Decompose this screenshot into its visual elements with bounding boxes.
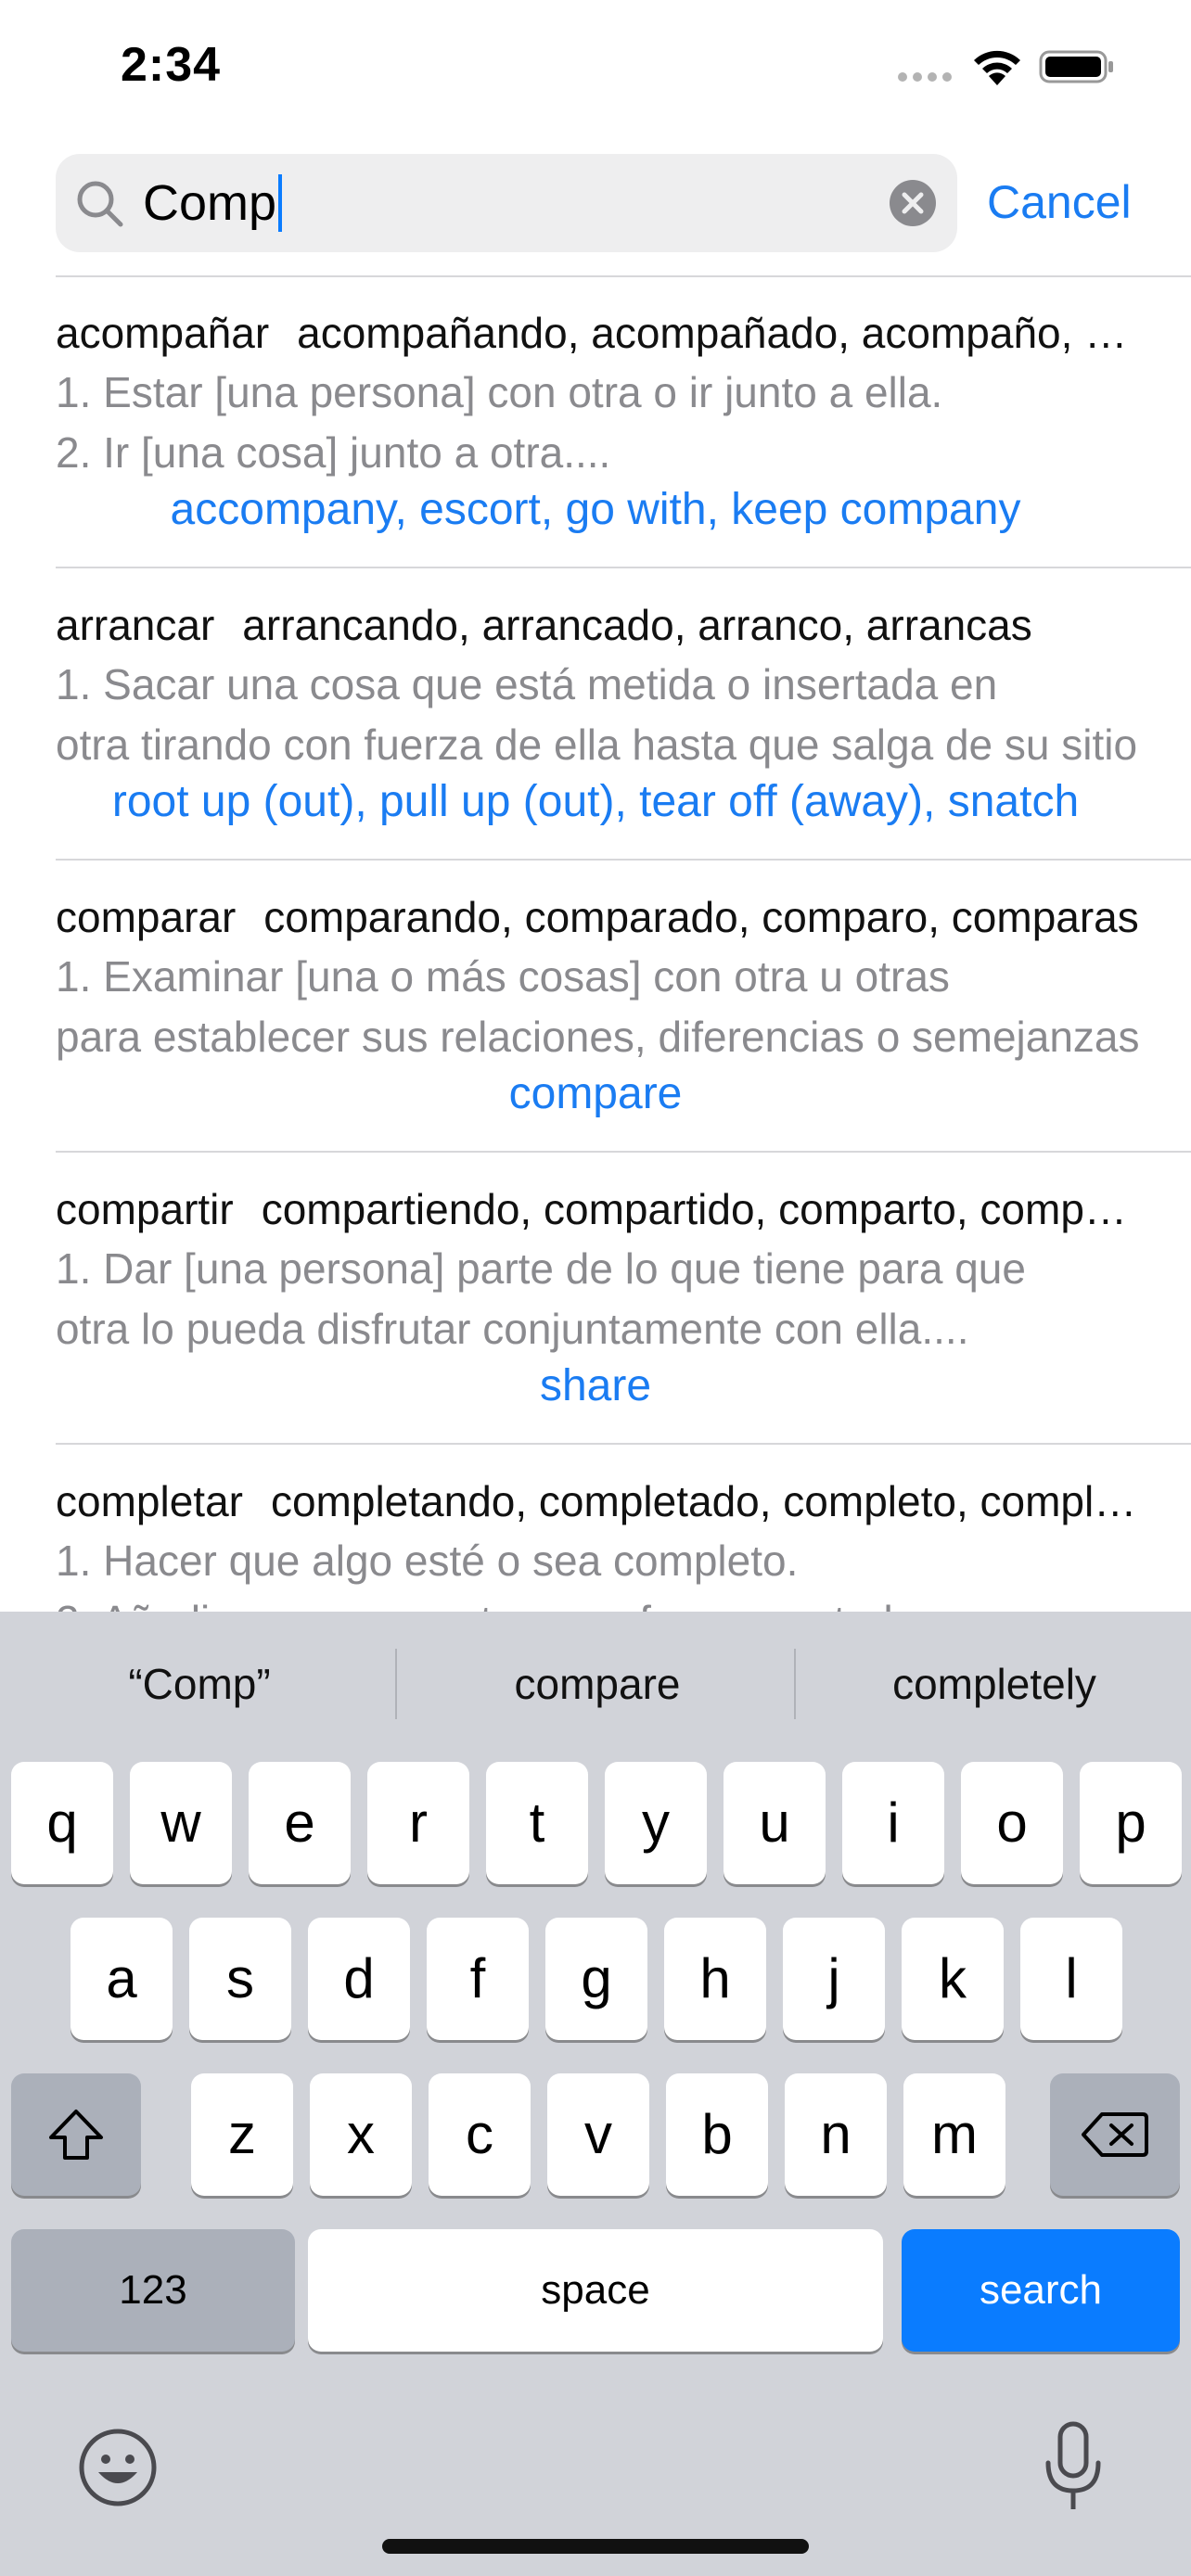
result-translation: accompany, escort, go with, keep company	[170, 485, 1021, 534]
key-d[interactable]: d	[308, 1918, 410, 2040]
result-definition: otra lo pueda disfrutar conjuntamente co…	[56, 1305, 969, 1353]
result-translation: root up (out), pull up (out), tear off (…	[111, 777, 1080, 826]
suggestion-literal[interactable]: “Comp”	[19, 1649, 380, 1719]
status-time: 2:34	[121, 38, 222, 92]
result-word: acompañar	[56, 309, 270, 357]
keyboard: “Comp” compare completely q w e r t y u …	[0, 1612, 1191, 2576]
result-definition: 1. Estar [una persona] con otra o ir jun…	[56, 368, 943, 416]
key-v[interactable]: v	[547, 2073, 649, 2196]
key-y[interactable]: y	[605, 1762, 707, 1884]
result-word: comparar	[56, 893, 237, 941]
result-forms: completando, completado, completo, compl…	[270, 1477, 1150, 1525]
cancel-button[interactable]: Cancel	[987, 167, 1132, 237]
result-item[interactable]: completar completando, completado, comple…	[56, 1445, 1191, 1612]
result-item[interactable]: arrancar arrancando, arrancado, arranco, …	[56, 568, 1191, 861]
result-item[interactable]: acompañar acompañando, acompañado, acompa…	[56, 276, 1191, 568]
result-item[interactable]: compartir compartiendo, compartido, compa…	[56, 1153, 1191, 1445]
result-translation: share	[539, 1361, 652, 1410]
result-headword: comparar comparando, comparado, comparo, …	[56, 892, 1150, 942]
key-z[interactable]: z	[191, 2073, 293, 2196]
search-input[interactable]: Comp	[143, 154, 903, 252]
screen: 2:34 Comp Cancel acompañar acompañando, …	[0, 0, 1191, 2576]
key-b[interactable]: b	[666, 2073, 768, 2196]
result-definition: para establecer sus relaciones, diferenc…	[56, 1013, 1140, 1061]
search-field[interactable]: Comp	[56, 154, 957, 252]
result-headword: completar completando, completado, comple…	[56, 1476, 1150, 1526]
shift-key[interactable]	[11, 2073, 141, 2196]
suggestion-compare[interactable]: compare	[412, 1649, 783, 1719]
key-t[interactable]: t	[486, 1762, 588, 1884]
results-list[interactable]: acompañar acompañando, acompañado, acompa…	[0, 276, 1191, 1612]
key-e[interactable]: e	[249, 1762, 351, 1884]
result-definition: 2. Ir [una cosa] junto a otra....	[56, 428, 611, 477]
text-caret	[278, 173, 283, 232]
backspace-icon	[1082, 2112, 1148, 2157]
numbers-key[interactable]: 123	[11, 2229, 295, 2352]
key-k[interactable]: k	[902, 1918, 1004, 2040]
microphone-icon[interactable]	[1043, 2420, 1104, 2513]
result-forms: arrancando, arrancado, arranco, arrancas	[242, 601, 1032, 649]
key-i[interactable]: i	[842, 1762, 944, 1884]
status-bar: 2:34	[0, 0, 1191, 139]
suggestion-completely[interactable]: completely	[809, 1649, 1180, 1719]
key-c[interactable]: c	[429, 2073, 531, 2196]
key-l[interactable]: l	[1020, 1918, 1122, 2040]
key-q[interactable]: q	[11, 1762, 113, 1884]
result-headword: compartir compartiendo, compartido, compa…	[56, 1184, 1150, 1234]
wifi-icon	[974, 50, 1020, 85]
clear-search-icon[interactable]	[889, 179, 937, 227]
key-u[interactable]: u	[724, 1762, 826, 1884]
result-definition: 1. Sacar una cosa que está metida o inse…	[56, 660, 998, 708]
result-word: completar	[56, 1477, 243, 1525]
key-p[interactable]: p	[1080, 1762, 1182, 1884]
result-headword: acompañar acompañando, acompañado, acompa…	[56, 308, 1150, 358]
search-icon	[77, 181, 123, 227]
result-definition: 1. Hacer que algo esté o sea completo.	[56, 1537, 799, 1585]
key-a[interactable]: a	[70, 1918, 173, 2040]
result-definition: 1. Examinar [una o más cosas] con otra u…	[56, 952, 950, 1001]
key-r[interactable]: r	[367, 1762, 469, 1884]
result-forms: comparando, comparado, comparo, comparas	[263, 893, 1139, 941]
key-j[interactable]: j	[783, 1918, 885, 2040]
suggestion-separator	[794, 1649, 796, 1719]
result-definition: 2. Añadir una cosa a otra para formar un…	[56, 1596, 1150, 1612]
suggestion-bar: “Comp” compare completely	[0, 1612, 1191, 1760]
key-m[interactable]: m	[903, 2073, 1005, 2196]
result-forms: compartiendo, compartido, comparto, comp…	[261, 1185, 1150, 1233]
search-query-text: Comp	[143, 175, 277, 231]
result-item[interactable]: comparar comparando, comparado, comparo, …	[56, 861, 1191, 1153]
search-key[interactable]: search	[902, 2229, 1180, 2352]
key-f[interactable]: f	[427, 1918, 529, 2040]
result-definition: otra tirando con fuerza de ella hasta qu…	[56, 721, 1138, 769]
emoji-icon[interactable]	[76, 2426, 160, 2509]
key-n[interactable]: n	[785, 2073, 887, 2196]
key-o[interactable]: o	[961, 1762, 1063, 1884]
key-w[interactable]: w	[130, 1762, 232, 1884]
key-h[interactable]: h	[664, 1918, 766, 2040]
result-translation: compare	[508, 1069, 683, 1118]
key-s[interactable]: s	[189, 1918, 291, 2040]
key-x[interactable]: x	[310, 2073, 412, 2196]
suggestion-separator	[395, 1649, 397, 1719]
result-word: compartir	[56, 1185, 234, 1233]
result-definition: 1. Dar [una persona] parte de lo que tie…	[56, 1244, 1026, 1293]
result-word: arrancar	[56, 601, 215, 649]
shift-icon	[49, 2110, 103, 2160]
battery-icon	[1039, 50, 1113, 83]
space-key[interactable]: space	[308, 2229, 883, 2352]
cellular-signal-icon	[898, 72, 955, 83]
result-forms: acompañando, acompañado, acompaño, acomp…	[297, 309, 1150, 357]
key-g[interactable]: g	[545, 1918, 647, 2040]
result-headword: arrancar arrancando, arrancado, arranco, …	[56, 600, 1150, 650]
home-indicator[interactable]	[382, 2539, 809, 2554]
delete-key[interactable]	[1050, 2073, 1180, 2196]
